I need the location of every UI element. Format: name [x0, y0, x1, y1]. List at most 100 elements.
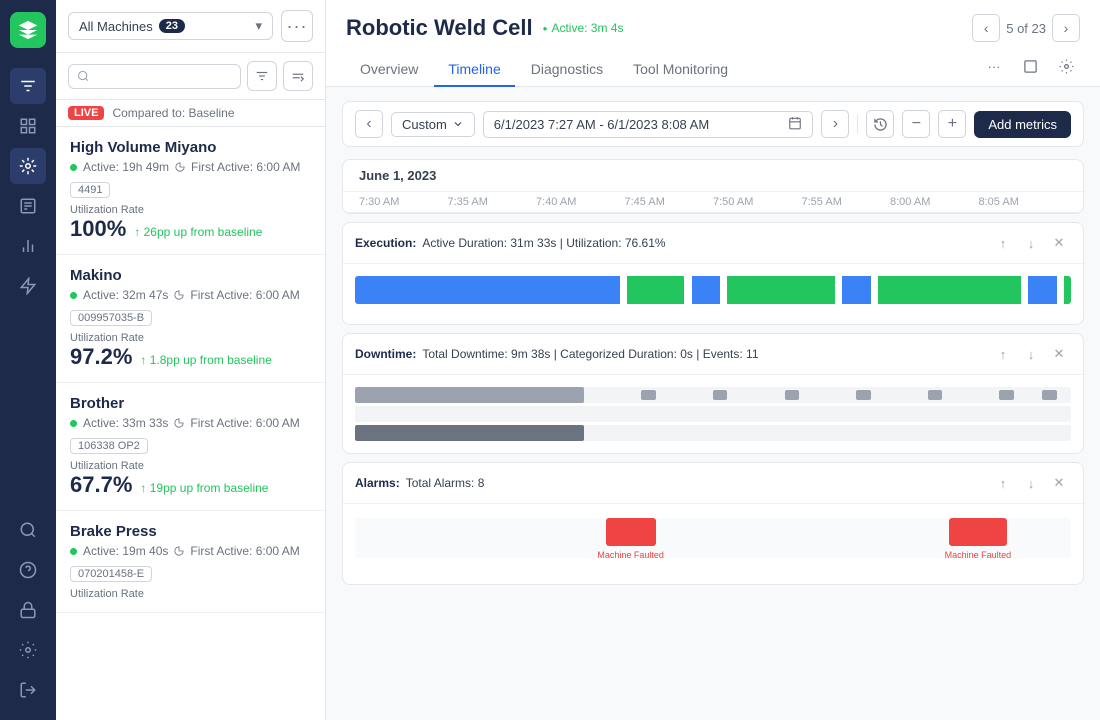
machine-status: Active: 19h 49m First Active: 6:00 AM — [70, 160, 311, 174]
tab-tool-monitoring[interactable]: Tool Monitoring — [619, 53, 742, 87]
status-dot-icon — [70, 548, 77, 555]
timeline-prev-button[interactable]: ‹ — [355, 110, 383, 138]
zoom-out-button[interactable]: − — [902, 110, 930, 138]
downtime-metric-section: Downtime: Total Downtime: 9m 38s | Categ… — [342, 333, 1084, 454]
time-label-1: 7:35 AM — [448, 196, 537, 208]
machine-list: High Volume Miyano Active: 19h 49m First… — [56, 127, 325, 720]
close-metric-button[interactable]: ✕ — [1047, 342, 1071, 366]
alarms-metric-section: Alarms: Total Alarms: 8 ↑ ↓ ✕ Machine Fa… — [342, 462, 1084, 585]
sidebar-item-help[interactable] — [10, 552, 46, 588]
search-icon — [77, 69, 89, 83]
status-dot-icon — [70, 420, 77, 427]
date-next-button[interactable]: › — [821, 110, 849, 138]
machine-active-time: Active: 33m 33s — [83, 416, 168, 430]
tab-timeline[interactable]: Timeline — [434, 53, 514, 87]
tab-diagnostics[interactable]: Diagnostics — [517, 53, 617, 87]
add-metrics-button[interactable]: Add metrics — [974, 111, 1071, 138]
list-item[interactable]: Brake Press Active: 19m 40s First Active… — [56, 511, 325, 613]
tab-row: Overview Timeline Diagnostics Tool Monit… — [346, 52, 1080, 86]
move-down-button[interactable]: ↓ — [1019, 231, 1043, 255]
close-metric-button[interactable]: ✕ — [1047, 471, 1071, 495]
sidebar-item-filter[interactable] — [10, 68, 46, 104]
exec-segment-blue — [355, 276, 620, 304]
util-value: 97.2% — [70, 344, 132, 370]
util-change: 26pp up from baseline — [134, 225, 262, 239]
machine-tag: 070201458-E — [70, 566, 152, 582]
more-tab-options-button[interactable]: ··· — [980, 52, 1008, 80]
list-item[interactable]: Makino Active: 32m 47s First Active: 6:0… — [56, 255, 325, 383]
status-dot-icon — [70, 292, 77, 299]
machine-name: High Volume Miyano — [70, 139, 311, 156]
metric-title: Alarms: — [355, 476, 400, 490]
history-button[interactable] — [866, 110, 894, 138]
metric-title: Execution: — [355, 236, 416, 250]
more-options-button[interactable]: ··· — [281, 10, 313, 42]
list-item[interactable]: High Volume Miyano Active: 19h 49m First… — [56, 127, 325, 255]
sidebar — [0, 0, 56, 720]
first-active-time: First Active: 6:00 AM — [190, 288, 299, 302]
app-logo[interactable] — [10, 12, 46, 48]
alarm-label-1: Machine Faulted — [597, 550, 664, 560]
tab-overview[interactable]: Overview — [346, 53, 432, 87]
metric-controls: ↑ ↓ ✕ — [991, 231, 1071, 255]
machine-tag: 106338 OP2 — [70, 438, 148, 454]
prev-machine-button[interactable]: ‹ — [972, 14, 1000, 42]
zoom-in-button[interactable]: + — [938, 110, 966, 138]
move-up-button[interactable]: ↑ — [991, 342, 1015, 366]
sort-button[interactable] — [283, 61, 313, 91]
move-down-button[interactable]: ↓ — [1019, 471, 1043, 495]
time-label-5: 7:55 AM — [802, 196, 891, 208]
chevron-down-icon — [452, 118, 464, 130]
execution-metric-section: Execution: Active Duration: 31m 33s | Ut… — [342, 222, 1084, 325]
downtime-metric-body — [343, 375, 1083, 453]
machine-active-time: Active: 32m 47s — [83, 288, 168, 302]
metric-header: Alarms: Total Alarms: 8 ↑ ↓ ✕ — [343, 463, 1083, 504]
util-label: Utilization Rate — [70, 332, 311, 344]
metric-header: Execution: Active Duration: 31m 33s | Ut… — [343, 223, 1083, 264]
exec-segment-blue-3 — [842, 276, 871, 304]
sidebar-item-chart[interactable] — [10, 228, 46, 264]
move-down-button[interactable]: ↓ — [1019, 342, 1043, 366]
machine-selector[interactable]: All Machines 23 ▾ — [68, 12, 273, 40]
machine-name: Makino — [70, 267, 311, 284]
search-filter-bar — [56, 53, 325, 100]
machine-status: Active: 33m 33s First Active: 6:00 AM — [70, 416, 311, 430]
sidebar-item-list[interactable] — [10, 188, 46, 224]
close-metric-button[interactable]: ✕ — [1047, 231, 1071, 255]
util-value: 100% — [70, 216, 126, 242]
list-item[interactable]: Brother Active: 33m 33s First Active: 6:… — [56, 383, 325, 511]
sidebar-item-lock[interactable] — [10, 592, 46, 628]
calendar-icon[interactable] — [788, 116, 802, 133]
expand-button[interactable] — [1016, 52, 1044, 80]
time-axis: 7:30 AM 7:35 AM 7:40 AM 7:45 AM 7:50 AM … — [343, 192, 1083, 213]
next-machine-button[interactable]: › — [1052, 14, 1080, 42]
search-input[interactable] — [95, 69, 232, 84]
filter-button[interactable] — [247, 61, 277, 91]
downtime-segment — [928, 390, 942, 400]
util-value: 67.7% — [70, 472, 132, 498]
first-active-icon — [174, 290, 184, 300]
execution-bar — [355, 276, 1071, 304]
first-active-icon — [174, 418, 184, 428]
time-range-select[interactable]: Custom — [391, 112, 475, 137]
time-label-2: 7:40 AM — [536, 196, 625, 208]
sidebar-item-machines[interactable] — [10, 148, 46, 184]
downtime-segment-main — [355, 425, 584, 441]
sidebar-item-dashboard[interactable] — [10, 108, 46, 144]
sidebar-item-logout[interactable] — [10, 672, 46, 708]
settings-button[interactable] — [1052, 52, 1080, 80]
machine-count-badge: 23 — [159, 19, 185, 33]
sidebar-item-settings[interactable] — [10, 632, 46, 668]
first-active-icon — [175, 162, 185, 172]
search-input-wrap — [68, 64, 241, 89]
metric-title: Downtime: — [355, 347, 416, 361]
alarm-segment-1: Machine Faulted — [606, 518, 656, 546]
sidebar-item-alerts[interactable] — [10, 268, 46, 304]
metric-stats: Active Duration: 31m 33s | Utilization: … — [422, 236, 665, 250]
sidebar-item-search[interactable] — [10, 512, 46, 548]
machine-active-time: Active: 19h 49m — [83, 160, 169, 174]
move-up-button[interactable]: ↑ — [991, 231, 1015, 255]
move-up-button[interactable]: ↑ — [991, 471, 1015, 495]
util-change: 19pp up from baseline — [140, 481, 268, 495]
metric-controls: ↑ ↓ ✕ — [991, 471, 1071, 495]
